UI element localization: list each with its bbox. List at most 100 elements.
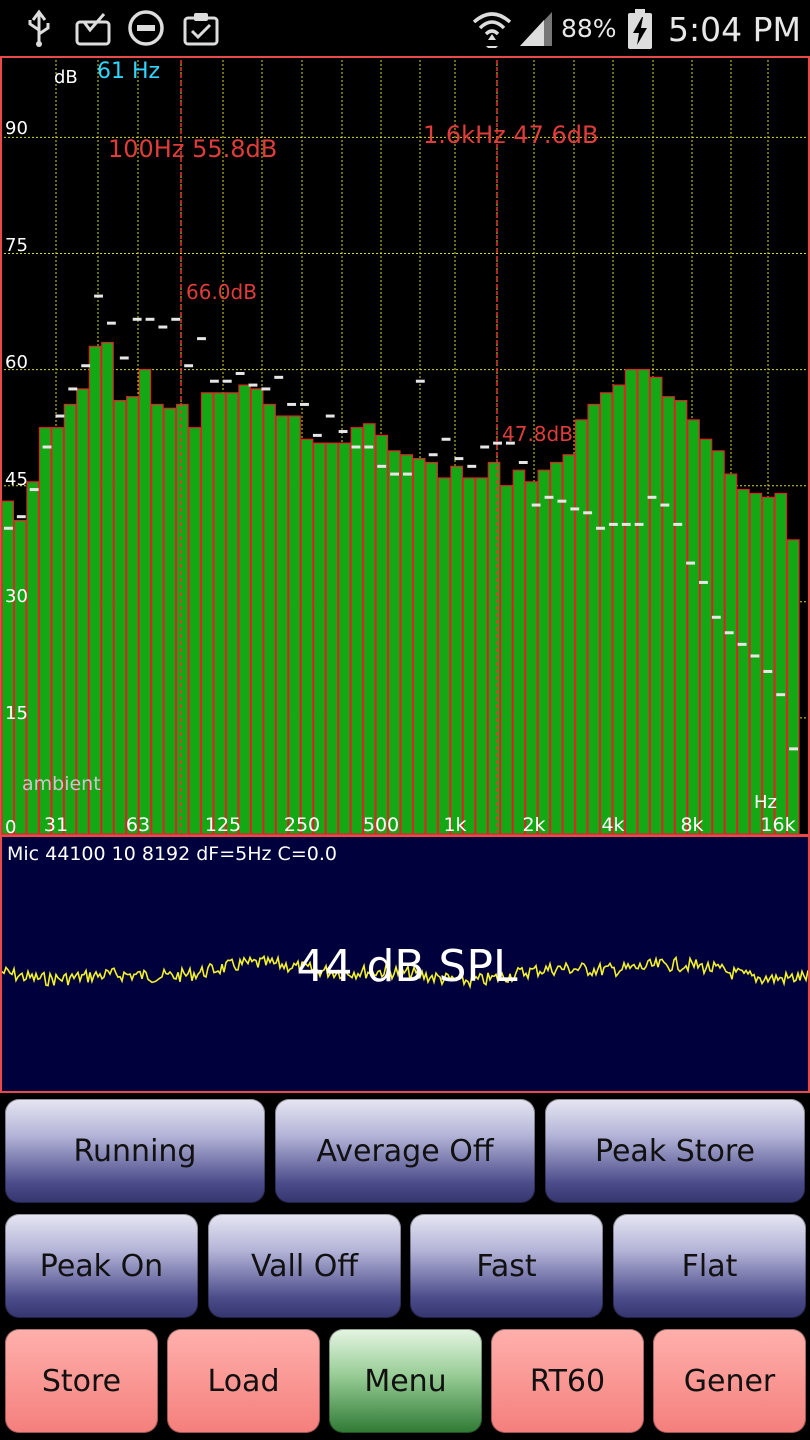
spectrum-bar <box>612 384 626 835</box>
peak-mark <box>94 294 103 298</box>
store-button[interactable]: Store <box>5 1329 158 1433</box>
load-button[interactable]: Load <box>167 1329 320 1433</box>
x-tick-label: 63 <box>126 814 150 836</box>
spectrum-bar <box>313 442 326 835</box>
waveform-panel[interactable]: Mic 44100 10 8192 dF=5Hz C=0.0 44 dB SPL <box>0 835 810 1093</box>
spectrum-bar <box>338 442 351 835</box>
cursor-frequency: 61 Hz <box>97 59 160 84</box>
peak-store-button[interactable]: Peak Store <box>545 1099 805 1203</box>
peak-mark <box>248 383 258 387</box>
spectrum-bar <box>113 399 127 835</box>
spectrum-bar <box>637 369 650 835</box>
spectrum-bar <box>225 392 239 835</box>
peak-mark <box>518 460 528 464</box>
peak-mark <box>724 631 734 635</box>
spectrum-bar <box>512 469 526 835</box>
spectrum-bar <box>749 492 763 835</box>
peak-mark <box>312 433 322 437</box>
peak-mark <box>338 430 348 434</box>
average-button[interactable]: Average Off <box>275 1099 535 1203</box>
peak-mark <box>209 379 219 383</box>
x-tick-label: 125 <box>205 814 241 836</box>
spectrum-bar <box>712 450 725 835</box>
peak-mark <box>660 503 670 507</box>
spectrum-bar <box>674 399 688 835</box>
peak-mark <box>300 402 309 406</box>
peak-mark <box>222 379 232 383</box>
peak-mark <box>364 445 374 449</box>
battery-percentage: 88% <box>561 14 617 43</box>
y-tick-label: 30 <box>5 586 28 607</box>
spectrum-bar <box>550 461 563 835</box>
peak-mark <box>467 464 477 468</box>
peak-mark <box>29 488 39 492</box>
spectrum-bar <box>761 496 775 835</box>
spectrum-bar <box>362 423 376 835</box>
y-tick-label: 90 <box>5 118 28 139</box>
spectrum-bar <box>238 384 251 835</box>
spectrum-bar <box>1 500 15 835</box>
spectrum-bar <box>425 461 439 835</box>
fast-button[interactable]: Fast <box>410 1214 603 1318</box>
spectrum-bar <box>786 539 800 835</box>
clipboard-check-icon <box>183 13 219 46</box>
peak-mark <box>4 526 13 530</box>
spectrum-bar <box>500 485 513 835</box>
rt60-button[interactable]: RT60 <box>491 1329 644 1433</box>
x-tick-label: 8k <box>680 814 703 836</box>
marker-1-readout: 100Hz 55.8dB <box>108 135 277 163</box>
y-unit-label: dB <box>54 67 78 88</box>
clock: 5:04 PM <box>668 10 801 49</box>
peak-mark <box>287 402 297 406</box>
peak-mark <box>763 669 773 673</box>
spectrum-bar <box>662 396 675 835</box>
peak-mark <box>673 522 683 526</box>
y-tick-label: 0 <box>5 817 16 836</box>
spectrum-bar <box>151 403 164 835</box>
ambient-label: ambient <box>22 773 101 795</box>
spectrum-bar <box>599 392 613 835</box>
peak-mark <box>789 747 798 751</box>
x-tick-label: 250 <box>284 814 320 836</box>
spectrum-bar <box>138 369 152 835</box>
spectrum-bar <box>699 438 713 835</box>
running-button[interactable]: Running <box>5 1099 265 1203</box>
spectrum-bar <box>63 403 77 835</box>
spectrum-bar <box>88 345 102 835</box>
peak-mark <box>261 387 271 391</box>
spectrum-bar <box>525 481 538 835</box>
peak-mark <box>415 379 425 383</box>
spectrum-chart[interactable]: dB 61 Hz 100Hz 55.8dB 1.6kHz 47.6dB 66.0… <box>0 56 810 836</box>
flat-button[interactable]: Flat <box>613 1214 806 1318</box>
peak-button[interactable]: Peak On <box>5 1214 198 1318</box>
peak-mark <box>132 317 142 321</box>
spectrum-bar <box>175 403 189 835</box>
spectrum-bar <box>275 415 289 835</box>
menu-button[interactable]: Menu <box>329 1329 482 1433</box>
status-bar: 88% 5:04 PM <box>0 0 810 56</box>
spectrum-bar <box>126 396 139 835</box>
spectrum-bar <box>200 392 214 835</box>
spectrum-bar <box>587 403 601 835</box>
peak-mark <box>699 580 708 584</box>
valley-button[interactable]: Vall Off <box>208 1214 401 1318</box>
spectrum-bar <box>724 473 738 835</box>
peak-mark <box>454 457 464 461</box>
peak-mark <box>531 503 541 507</box>
generator-button[interactable]: Gener <box>653 1329 806 1433</box>
peak-readout-2: 47.8dB <box>502 422 573 446</box>
peak-mark <box>16 515 26 519</box>
spectrum-bar <box>263 403 276 835</box>
peak-mark <box>81 364 91 368</box>
peak-mark <box>158 325 168 329</box>
spectrum-bar <box>288 415 301 835</box>
spectrum-bar <box>375 434 389 835</box>
spectrum-bar <box>574 419 588 835</box>
peak-mark <box>55 414 65 418</box>
spectrum-bar <box>387 450 401 835</box>
x-tick-label: 2k <box>522 814 545 836</box>
peak-mark <box>621 522 631 526</box>
spl-readout: 44 dB SPL <box>296 941 518 992</box>
peak-mark <box>428 453 438 457</box>
peak-mark <box>68 387 78 391</box>
